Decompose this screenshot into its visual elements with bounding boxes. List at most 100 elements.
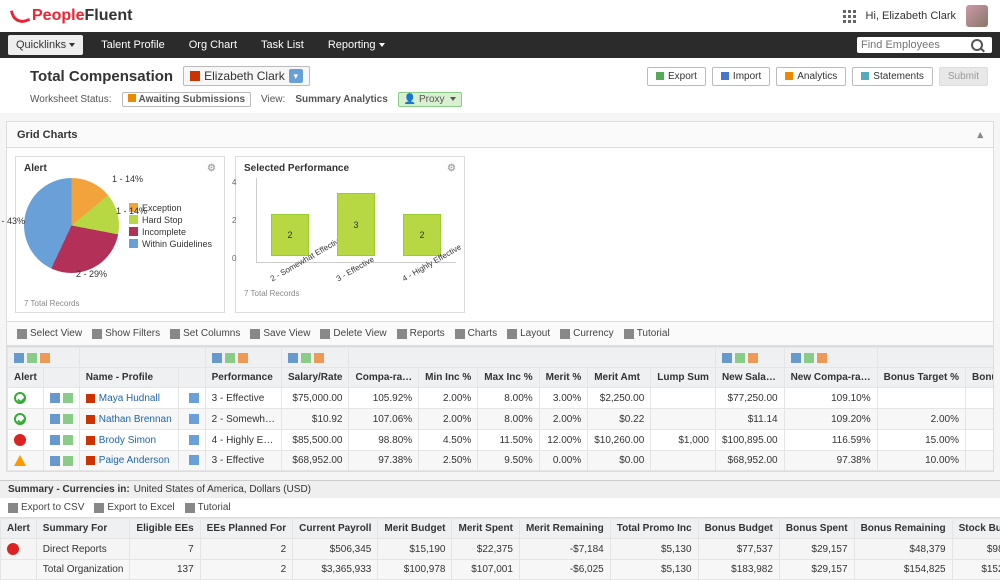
analytics-icon <box>785 72 793 80</box>
user-avatar[interactable] <box>966 5 988 27</box>
employee-link[interactable]: Maya Hudnall <box>99 393 160 404</box>
chevron-down-icon <box>379 43 385 47</box>
nav-reporting[interactable]: Reporting <box>316 32 397 58</box>
alert-warn-icon <box>14 455 26 466</box>
org-icon <box>86 415 95 424</box>
name-cell[interactable]: Brody Simon <box>86 435 172 446</box>
currency-button[interactable]: Currency <box>560 328 614 339</box>
bar-footer: 7 Total Records <box>244 289 456 298</box>
import-button[interactable]: Import <box>712 67 770 86</box>
org-icon <box>190 71 200 81</box>
col-mini-icons[interactable] <box>14 353 73 363</box>
alert-stop-icon <box>7 543 19 555</box>
summary-row[interactable]: Direct Reports72$506,345$15,190$22,375-$… <box>1 539 1000 560</box>
employee-search[interactable] <box>857 37 992 53</box>
view-value: Summary Analytics <box>295 94 387 105</box>
grid-icon-row <box>8 348 994 368</box>
employee-link[interactable]: Paige Anderson <box>99 455 170 466</box>
logo: PeopleFluent <box>12 7 132 25</box>
gear-icon[interactable]: ⚙ <box>447 163 456 174</box>
collapse-icon[interactable]: ▴ <box>977 128 983 141</box>
user-block: Hi, Elizabeth Clark <box>843 5 988 27</box>
apps-grid-icon[interactable] <box>843 10 856 23</box>
employee-link[interactable]: Nathan Brennan <box>99 414 172 425</box>
name-cell[interactable]: Paige Anderson <box>86 455 172 466</box>
org-icon <box>86 436 95 445</box>
row-action-icons[interactable] <box>50 456 73 466</box>
page-header: Total Compensation Elizabeth Clark ▾ Exp… <box>0 58 1000 113</box>
row-action-icons[interactable] <box>50 393 73 403</box>
org-icon <box>86 394 95 403</box>
name-cell[interactable]: Maya Hudnall <box>86 393 172 404</box>
tutorial-button[interactable]: Tutorial <box>624 328 670 339</box>
submit-button[interactable]: Submit <box>939 67 988 86</box>
alert-ok-icon <box>14 392 26 404</box>
delete-view-button[interactable]: Delete View <box>320 328 386 339</box>
table-row[interactable]: Paige Anderson3 - Effective$68,952.0097.… <box>8 451 994 471</box>
row-action-icons[interactable] <box>50 414 73 424</box>
save-view-button[interactable]: Save View <box>250 328 310 339</box>
summary-toolbar: Export to CSV Export to Excel Tutorial <box>0 498 1000 518</box>
profile-icon[interactable] <box>189 435 199 445</box>
view-label: View: <box>261 94 285 105</box>
name-cell[interactable]: Nathan Brennan <box>86 414 172 425</box>
statements-icon <box>861 72 869 80</box>
bar-graphic: 22 - Somewhat Effective 33 - Effective 2… <box>256 178 456 263</box>
reports-button[interactable]: Reports <box>397 328 445 339</box>
statements-button[interactable]: Statements <box>852 67 933 86</box>
select-view-button[interactable]: Select View <box>17 328 82 339</box>
table-row[interactable]: Nathan Brennan2 - Somewh…$10.92107.06%2.… <box>8 409 994 430</box>
nav-org-chart[interactable]: Org Chart <box>177 32 249 58</box>
charts-button[interactable]: Charts <box>455 328 497 339</box>
brand-bar: PeopleFluent Hi, Elizabeth Clark <box>0 0 1000 32</box>
layout-button[interactable]: Layout <box>507 328 550 339</box>
proxy-button[interactable]: 👤 Proxy <box>398 92 463 107</box>
quicklinks-menu[interactable]: Quicklinks <box>8 35 83 55</box>
person-selector[interactable]: Elizabeth Clark ▾ <box>183 66 310 86</box>
chevron-down-icon <box>450 97 456 101</box>
compensation-grid[interactable]: AlertName - Profile PerformanceSalary/Ra… <box>7 346 993 471</box>
set-columns-button[interactable]: Set Columns <box>170 328 240 339</box>
grid-header-row: AlertName - Profile PerformanceSalary/Ra… <box>8 368 994 388</box>
row-action-icons[interactable] <box>50 435 73 445</box>
logo-part1: People <box>32 7 84 25</box>
import-icon <box>721 72 729 80</box>
expand-icon[interactable]: ▾ <box>289 69 303 83</box>
nav-talent-profile[interactable]: Talent Profile <box>89 32 177 58</box>
summary-grid[interactable]: AlertSummary ForEligible EEsEEs Planned … <box>0 518 1000 580</box>
header-actions: Export Import Analytics Statements Submi… <box>647 67 988 86</box>
pie-footer: 7 Total Records <box>24 299 216 308</box>
grid-charts-section: Grid Charts ▴ Alert⚙ 1 - 14% 1 - 14% 2 -… <box>6 121 994 472</box>
table-row[interactable]: Brody Simon4 - Highly E…$85,500.0098.80%… <box>8 430 994 451</box>
gear-icon[interactable]: ⚙ <box>207 163 216 174</box>
nav-task-list[interactable]: Task List <box>249 32 316 58</box>
show-filters-button[interactable]: Show Filters <box>92 328 160 339</box>
main-nav: Quicklinks Talent Profile Org Chart Task… <box>0 32 1000 58</box>
export-csv-button[interactable]: Export to CSV <box>8 502 84 513</box>
grid-charts-header[interactable]: Grid Charts ▴ <box>7 122 993 148</box>
employee-link[interactable]: Brody Simon <box>99 435 156 446</box>
export-button[interactable]: Export <box>647 67 706 86</box>
profile-icon[interactable] <box>189 393 199 403</box>
performance-bar-chart: Selected Performance⚙ 420 22 - Somewhat … <box>235 156 465 313</box>
pie-graphic: 1 - 14% 1 - 14% 2 - 29% 3 - 43% <box>24 178 119 273</box>
profile-icon[interactable] <box>189 414 199 424</box>
profile-icon[interactable] <box>189 455 199 465</box>
summary-currency-bar: Summary - Currencies in:United States of… <box>0 480 1000 498</box>
search-icon[interactable] <box>971 39 983 51</box>
search-input[interactable] <box>861 39 971 51</box>
y-axis: 420 <box>232 178 236 263</box>
status-badge: Awaiting Submissions <box>122 92 252 107</box>
page-title: Total Compensation <box>30 68 173 85</box>
table-row[interactable]: Maya Hudnall3 - Effective$75,000.00105.9… <box>8 388 994 409</box>
export-excel-button[interactable]: Export to Excel <box>94 502 174 513</box>
summary-row[interactable]: Total Organization1372$3,365,933$100,978… <box>1 560 1000 580</box>
logo-part2: Fluent <box>84 7 132 25</box>
summary-tutorial-button[interactable]: Tutorial <box>185 502 231 513</box>
user-greeting: Hi, Elizabeth Clark <box>866 10 956 22</box>
grid-toolbar: Select View Show Filters Set Columns Sav… <box>7 321 993 346</box>
analytics-button[interactable]: Analytics <box>776 67 846 86</box>
flag-icon <box>128 94 136 102</box>
alert-ok-icon <box>14 413 26 425</box>
summary-header-row: AlertSummary ForEligible EEsEEs Planned … <box>1 519 1000 539</box>
